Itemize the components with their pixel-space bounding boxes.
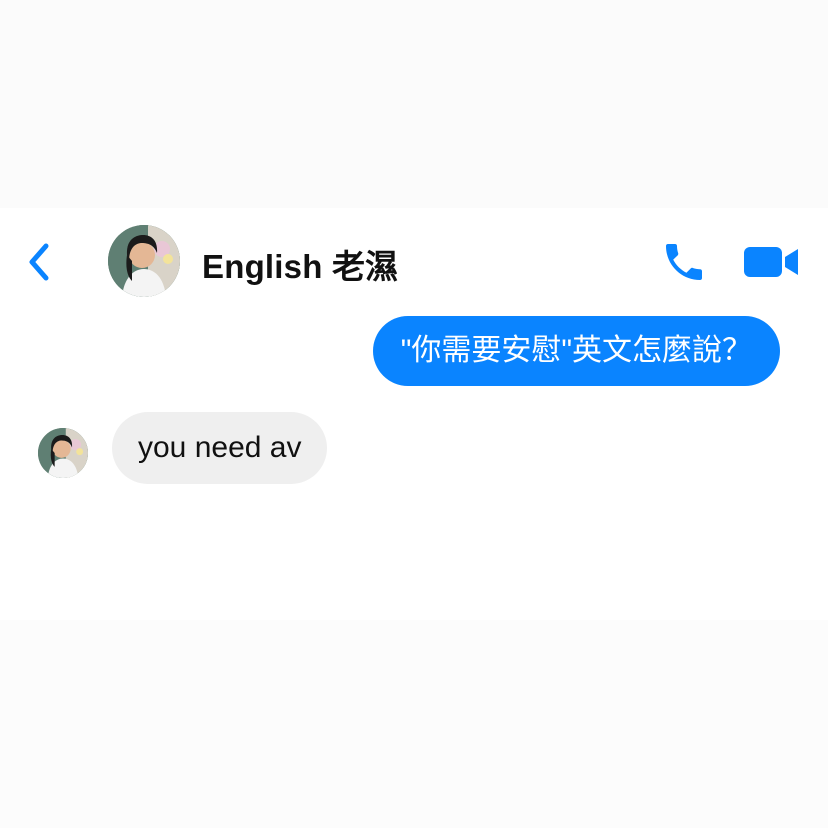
- outgoing-message-bubble[interactable]: "你需要安慰"英文怎麼說？: [372, 316, 780, 386]
- phone-icon: [666, 244, 702, 280]
- incoming-message-bubble[interactable]: you need av: [112, 412, 328, 484]
- top-blank-area: [0, 0, 828, 208]
- contact-name[interactable]: English 老濕: [202, 240, 398, 288]
- avatar-image: [38, 428, 88, 478]
- contact-avatar[interactable]: [108, 225, 180, 297]
- video-camera-icon: [744, 247, 798, 277]
- back-button[interactable]: [16, 236, 60, 288]
- chevron-left-icon: [29, 243, 49, 281]
- bottom-blank-area: [0, 620, 828, 828]
- call-button[interactable]: [656, 236, 712, 288]
- video-call-button[interactable]: [740, 240, 802, 284]
- sender-avatar: [38, 428, 88, 478]
- avatar-image: [108, 225, 180, 297]
